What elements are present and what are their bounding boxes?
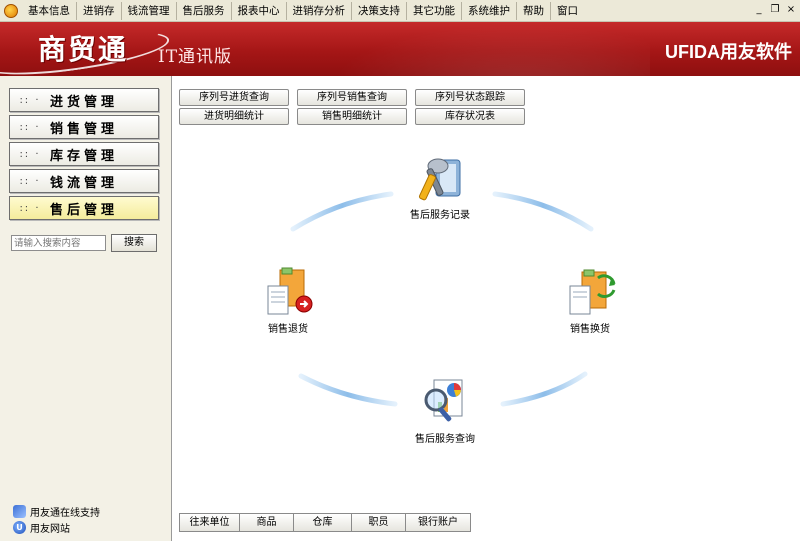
nav-sales-management[interactable]: :: · 销售管理 xyxy=(9,115,159,139)
nav-grip-icon: :: · xyxy=(19,94,41,106)
edition-label: IT通讯版 xyxy=(158,47,233,67)
menu-basic-info[interactable]: 基本信息 xyxy=(22,1,77,20)
tab-products[interactable]: 商品 xyxy=(240,514,294,531)
sales-exchange-icon xyxy=(569,269,616,315)
minimize-icon[interactable]: _ xyxy=(752,3,766,17)
nav-grip-icon: :: · xyxy=(19,121,41,133)
support-icon xyxy=(13,505,26,518)
service-query-item[interactable]: 售后服务查询 xyxy=(395,374,495,445)
menu-decision-support[interactable]: 决策支持 xyxy=(352,1,407,20)
nav-label: 售后管理 xyxy=(50,202,119,218)
nav-label: 库存管理 xyxy=(50,148,119,164)
website-link[interactable]: U 用友网站 xyxy=(13,520,70,535)
nav-grip-icon: :: · xyxy=(19,148,41,160)
search-input[interactable] xyxy=(11,235,106,251)
menu-system-maintenance[interactable]: 系统维护 xyxy=(462,1,517,20)
tab-warehouse[interactable]: 仓库 xyxy=(294,514,352,531)
nav-label: 销售管理 xyxy=(50,121,119,137)
website-label: 用友网站 xyxy=(30,524,70,535)
brand-logo: 商贸通 xyxy=(38,33,129,66)
arc-bottom-left xyxy=(298,373,398,407)
service-record-item[interactable]: 售后服务记录 xyxy=(395,154,485,221)
service-record-label: 售后服务记录 xyxy=(410,210,470,221)
restore-icon[interactable]: ❐ xyxy=(768,3,782,17)
sales-exchange-label: 销售换货 xyxy=(570,324,610,335)
sales-return-label: 销售退货 xyxy=(268,324,308,335)
service-query-label: 售后服务查询 xyxy=(415,434,475,445)
nav-grip-icon: :: · xyxy=(19,175,41,187)
nav-after-sales-management[interactable]: :: · 售后管理 xyxy=(9,196,159,220)
ufida-globe-icon: U xyxy=(13,521,26,534)
arc-top-left xyxy=(290,191,394,232)
bottom-quick-tabs: 往来单位 商品 仓库 职员 银行账户 xyxy=(179,513,471,532)
tab-business-partners[interactable]: 往来单位 xyxy=(180,514,240,531)
sales-return-item[interactable]: 销售退货 xyxy=(243,266,333,335)
menu-bar: 基本信息 进销存 钱流管理 售后服务 报表中心 进销存分析 决策支持 其它功能 … xyxy=(0,0,800,22)
nav-label: 钱流管理 xyxy=(50,175,119,191)
menu-window[interactable]: 窗口 xyxy=(551,2,584,20)
tab-staff[interactable]: 职员 xyxy=(352,514,406,531)
sales-exchange-item[interactable]: 销售换货 xyxy=(545,266,635,335)
main-content: 序列号进货查询 序列号销售查询 序列号状态跟踪 进货明细统计 销售明细统计 库存… xyxy=(173,76,800,541)
menu-cash-flow[interactable]: 钱流管理 xyxy=(122,1,177,20)
arc-top-right xyxy=(492,191,594,232)
nav-inventory-management[interactable]: :: · 库存管理 xyxy=(9,142,159,166)
arc-bottom-right xyxy=(500,371,588,407)
nav-purchase-management[interactable]: :: · 进货管理 xyxy=(9,88,159,112)
online-support-link[interactable]: 用友通在线支持 xyxy=(13,504,100,519)
search-button[interactable]: 搜索 xyxy=(111,234,157,252)
menu-report-center[interactable]: 报表中心 xyxy=(232,1,287,20)
tab-bank-accounts[interactable]: 银行账户 xyxy=(406,514,470,531)
close-icon[interactable]: × xyxy=(784,3,798,17)
header-banner: 商贸通 IT通讯版 UFIDA用友软件 xyxy=(0,22,800,76)
menu-analysis[interactable]: 进销存分析 xyxy=(287,1,352,20)
menu-after-sales[interactable]: 售后服务 xyxy=(177,1,232,20)
sales-return-icon xyxy=(267,267,313,315)
nav-cash-flow-management[interactable]: :: · 钱流管理 xyxy=(9,169,159,193)
nav-label: 进货管理 xyxy=(50,94,119,110)
vendor-logo: UFIDA用友软件 xyxy=(665,42,792,62)
nav-grip-icon: :: · xyxy=(19,202,41,214)
service-record-icon xyxy=(418,158,461,201)
app-icon[interactable] xyxy=(4,3,18,18)
window-controls: _ ❐ × xyxy=(752,3,798,17)
menu-purchase-sales-stock[interactable]: 进销存 xyxy=(77,1,122,20)
online-support-label: 用友通在线支持 xyxy=(30,508,100,519)
sidebar: :: · 进货管理 :: · 销售管理 :: · 库存管理 :: · 钱流管理 … xyxy=(0,76,172,541)
menu-other-functions[interactable]: 其它功能 xyxy=(407,1,462,20)
banner-decoration xyxy=(330,22,650,76)
menu-help[interactable]: 帮助 xyxy=(517,1,551,20)
service-query-icon xyxy=(424,379,463,422)
